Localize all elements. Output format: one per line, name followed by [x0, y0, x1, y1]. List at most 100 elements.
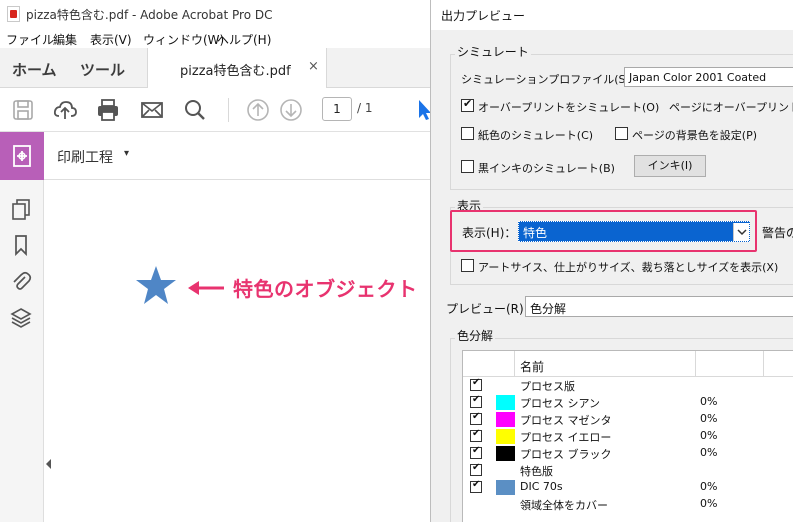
row-checkbox[interactable] — [470, 479, 482, 493]
document-tab-label: pizza特色含む.pdf — [180, 64, 291, 79]
table-row[interactable]: プロセス イエロー 0% — [463, 428, 793, 445]
separation-name: 特色版 — [520, 465, 553, 478]
column-header-name: 名前 — [520, 360, 545, 374]
layers-icon[interactable] — [10, 306, 32, 328]
print-production-tool-button[interactable] — [0, 132, 44, 180]
spot-color-star — [136, 266, 176, 304]
menu-help[interactable]: ヘルプ(H) — [217, 31, 271, 48]
row-checkbox[interactable] — [470, 394, 482, 408]
table-row[interactable]: プロセス シアン 0% — [463, 394, 793, 411]
print-production-icon — [13, 145, 31, 167]
table-row[interactable]: 特色版 — [463, 462, 793, 479]
pages-icon[interactable] — [10, 198, 32, 220]
page-up-icon[interactable] — [245, 97, 271, 123]
show-select[interactable]: 特色 — [518, 221, 750, 242]
pdf-file-icon — [7, 6, 20, 22]
toolbar-divider — [228, 98, 229, 122]
coverage-value: 0% — [700, 446, 718, 459]
tab-tools[interactable]: ツール — [80, 59, 125, 80]
close-icon[interactable]: × — [308, 59, 319, 74]
print-icon[interactable] — [95, 97, 121, 123]
separations-group-label: 色分解 — [455, 327, 496, 344]
separation-name: 領域全体をカバー — [520, 499, 608, 512]
coverage-value: 0% — [700, 412, 718, 425]
row-checkbox[interactable] — [470, 445, 482, 459]
menu-edit[interactable]: 編集 — [53, 31, 77, 48]
table-row[interactable]: プロセス ブラック 0% — [463, 445, 793, 462]
page-overprint-label: ページにオーバープリント — [669, 101, 793, 114]
color-swatch — [496, 395, 515, 410]
simulation-profile-value: Japan Color 2001 Coated — [629, 71, 767, 84]
column-divider — [514, 351, 515, 377]
page-background-label: ページの背景色を設定(P) — [632, 129, 757, 142]
page-number-input[interactable]: 1 — [322, 97, 352, 121]
simulation-profile-select[interactable]: Japan Color 2001 Coated — [624, 67, 793, 87]
window-title: pizza特色含む.pdf - Adobe Acrobat Pro DC — [26, 8, 273, 22]
table-header: 名前 — [463, 351, 793, 377]
tool-name-label[interactable]: 印刷工程 — [57, 147, 113, 167]
output-preview-dialog: 出力プレビュー シミュレート シミュレーションプロファイル(S)： Japan … — [430, 0, 793, 522]
attachment-icon[interactable] — [10, 270, 32, 292]
black-ink-checkbox[interactable] — [461, 160, 474, 173]
table-row: 領域全体をカバー 0% — [463, 496, 793, 513]
simulate-group-label: シミュレート — [455, 43, 531, 60]
row-checkbox[interactable] — [470, 377, 482, 391]
row-checkbox[interactable] — [470, 428, 482, 442]
upload-icon[interactable] — [52, 97, 78, 123]
overprint-label: オーバープリントをシミュレート(O) — [478, 101, 660, 114]
row-checkbox[interactable] — [470, 462, 482, 476]
save-icon[interactable] — [10, 97, 36, 123]
search-icon[interactable] — [182, 97, 208, 123]
show-select-value: 特色 — [523, 226, 548, 240]
chevron-down-icon[interactable]: ▾ — [124, 148, 129, 159]
overprint-checkbox[interactable] — [461, 97, 474, 112]
table-row[interactable]: プロセス版 — [463, 377, 793, 394]
show-boxes-label: アートサイス、仕上がりサイズ、裁ち落としサイズを表示(X) — [478, 261, 779, 274]
tab-home[interactable]: ホーム — [12, 59, 57, 80]
show-boxes-checkbox[interactable] — [461, 259, 474, 272]
dialog-title: 出力プレビュー — [441, 9, 526, 23]
warning-label: 警告の — [762, 226, 793, 240]
acrobat-window: pizza特色含む.pdf - Adobe Acrobat Pro DC ファイ… — [0, 0, 431, 522]
preview-select[interactable]: 色分解 — [525, 296, 793, 317]
preview-select-value: 色分解 — [530, 302, 567, 316]
menu-bar: ファイル 編集 表示(V) ウィンドウ(W) ヘルプ(H) — [0, 28, 430, 48]
separation-name: プロセス イエロー — [520, 431, 612, 444]
separation-name: プロセス ブラック — [520, 448, 612, 461]
page-down-icon[interactable] — [278, 97, 304, 123]
color-swatch — [496, 412, 515, 427]
mail-icon[interactable] — [139, 97, 165, 123]
callout-arrow-icon — [188, 281, 224, 295]
ink-button[interactable]: インキ(I) — [634, 155, 706, 177]
separation-name: プロセス マゼンタ — [520, 414, 612, 427]
menu-window[interactable]: ウィンドウ(W) — [143, 31, 224, 48]
show-label: 表示(H)： — [462, 226, 517, 240]
separations-table: 名前 プロセス版 プロセス シアン 0% プロセス マゼンタ 0% プロセス イ… — [462, 350, 793, 522]
tab-document[interactable]: pizza特色含む.pdf × — [147, 48, 327, 88]
dialog-title-bar: 出力プレビュー — [431, 0, 793, 30]
color-swatch — [496, 446, 515, 461]
tool-strip: 印刷工程 ▾ — [0, 132, 430, 180]
table-row[interactable]: プロセス マゼンタ 0% — [463, 411, 793, 428]
simulation-profile-label: シミュレーションプロファイル(S)： — [461, 73, 641, 86]
separation-name: DIC 70s — [520, 480, 563, 493]
color-swatch — [496, 429, 515, 444]
coverage-value: 0% — [700, 497, 718, 510]
paper-color-checkbox[interactable] — [461, 127, 474, 140]
bookmark-icon[interactable] — [10, 234, 32, 257]
menu-view[interactable]: 表示(V) — [90, 31, 132, 48]
chevron-down-icon[interactable] — [733, 223, 749, 241]
preview-label: プレビュー(R)： — [446, 302, 536, 316]
page-total: / 1 — [357, 101, 373, 115]
table-row[interactable]: DIC 70s 0% — [463, 479, 793, 496]
page-background-checkbox[interactable] — [615, 127, 628, 140]
paper-color-label: 紙色のシミュレート(C) — [478, 129, 594, 142]
column-divider — [695, 351, 696, 377]
title-bar: pizza特色含む.pdf - Adobe Acrobat Pro DC — [0, 0, 430, 28]
collapse-panel-icon[interactable] — [44, 456, 54, 472]
separation-name: プロセス シアン — [520, 397, 601, 410]
annotation-label: 特色のオブジェクト — [233, 277, 418, 301]
row-checkbox[interactable] — [470, 411, 482, 425]
menu-file[interactable]: ファイル — [6, 31, 54, 48]
coverage-value: 0% — [700, 395, 718, 408]
